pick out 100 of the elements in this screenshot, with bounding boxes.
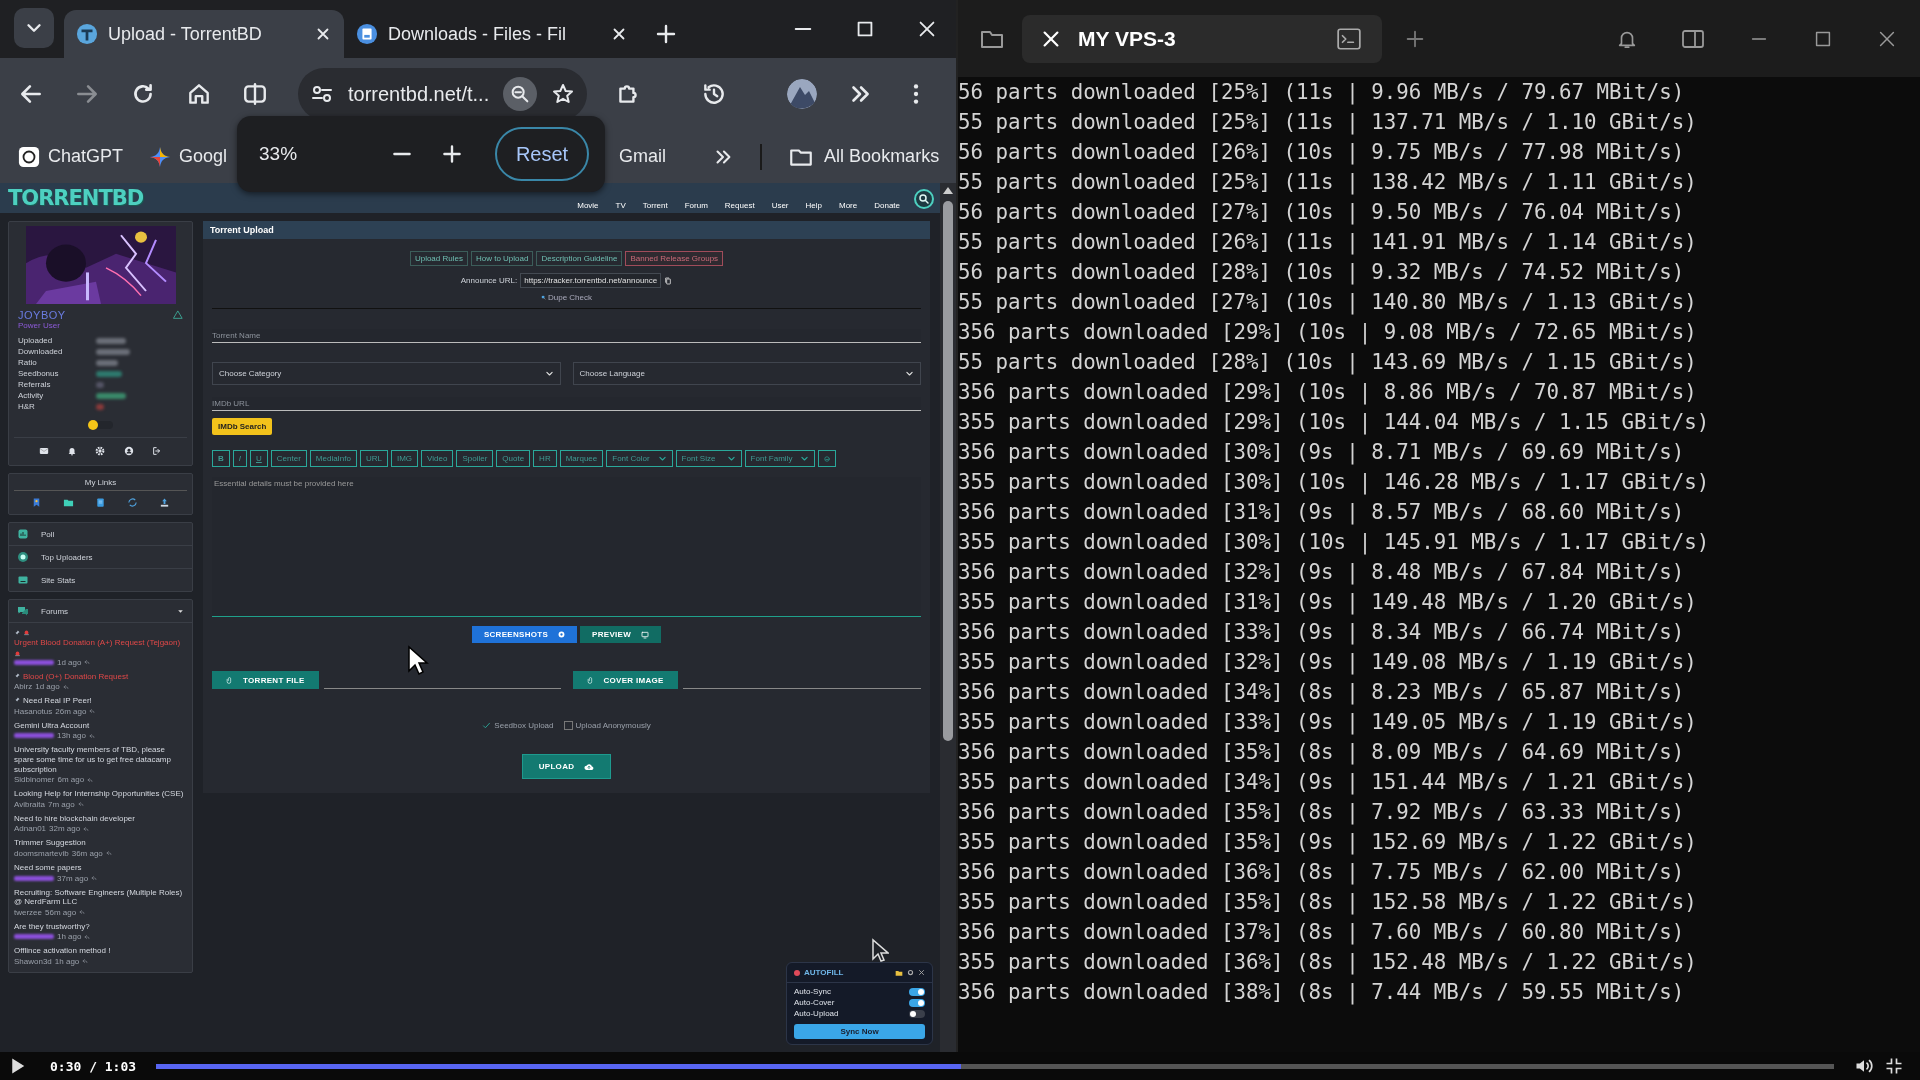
split-view-icon[interactable] — [242, 81, 268, 107]
forum-post-title[interactable]: Blood (O+) Donation Request — [23, 671, 129, 682]
format-button[interactable]: Spoiler — [456, 450, 494, 467]
new-tab-icon[interactable] — [654, 22, 678, 46]
checkmark-icon[interactable] — [482, 721, 492, 730]
tab-search-button[interactable] — [14, 8, 54, 48]
emoji-button[interactable] — [818, 450, 837, 467]
post-author[interactable]: Shawon3d — [14, 956, 52, 966]
post-author[interactable]: Adnan01 — [14, 824, 47, 834]
theme-toggle[interactable] — [86, 419, 115, 431]
profile-avatar[interactable] — [787, 79, 818, 109]
nav-link[interactable]: User — [771, 201, 789, 210]
forum-post-title[interactable]: University faculty members of TBD, please spare some time for us to get free datacamp subscription — [14, 745, 187, 775]
guide-button[interactable]: Banned Release Groups — [625, 251, 724, 266]
checkbox[interactable] — [563, 721, 573, 730]
forum-post-title[interactable]: Recruiting: Software Engineers (Multiple Roles) @ NerdFarm LLC — [14, 887, 187, 907]
forum-post-title[interactable]: Trimmer Suggestion — [14, 838, 86, 848]
post-author[interactable]: Avibraita — [14, 799, 45, 809]
nav-link[interactable]: Forum — [684, 201, 708, 210]
bell-icon[interactable] — [67, 446, 78, 456]
torrent-file-button[interactable]: TORRENT FILE — [212, 671, 319, 689]
category-dropdown[interactable]: Choose Category — [212, 362, 561, 385]
format-button[interactable]: IMG — [390, 450, 419, 467]
folder-icon[interactable] — [895, 968, 903, 977]
nav-link[interactable]: TV — [615, 201, 626, 210]
announce-url-field[interactable]: https://tracker.torrentbd.net/announce — [520, 273, 662, 288]
format-button[interactable]: Quote — [496, 450, 531, 467]
seek-bar[interactable] — [156, 1063, 1834, 1069]
upload-icon[interactable] — [158, 497, 170, 508]
nav-link[interactable]: Torrent — [642, 201, 668, 210]
toggle-switch[interactable] — [909, 998, 925, 1007]
preview-button[interactable]: PREVIEW — [580, 626, 662, 643]
browser-tab[interactable]: Downloads - Files - Fil — [344, 10, 640, 58]
post-author[interactable]: doomsmartevib — [14, 848, 69, 858]
upload-button[interactable]: UPLOAD — [521, 754, 612, 779]
forum-post-title[interactable]: Are they trustworthy? — [14, 921, 90, 932]
format-button[interactable]: Center — [270, 450, 307, 467]
guide-button[interactable]: Upload Rules — [409, 251, 468, 266]
forum-post-title[interactable]: Need Real IP Peer! — [23, 696, 92, 706]
nav-link[interactable]: More — [838, 201, 858, 210]
imdb-search-button[interactable]: IMDb Search — [212, 418, 273, 435]
format-button[interactable]: URL — [359, 450, 388, 467]
settings-icon[interactable] — [907, 969, 914, 976]
post-author[interactable]: Hasanotus — [14, 706, 53, 716]
sync-icon[interactable] — [126, 497, 138, 508]
username[interactable]: JOYBOY — [18, 309, 66, 321]
format-dropdown[interactable]: Font Size — [675, 450, 742, 467]
screenshots-button[interactable]: SCREENSHOTS — [471, 626, 578, 643]
cover-image-button[interactable]: COVER IMAGE — [572, 671, 678, 689]
close-icon[interactable] — [918, 969, 925, 976]
format-button[interactable]: U — [250, 450, 268, 467]
forum-post-title[interactable]: Need some papers — [14, 862, 82, 873]
format-dropdown[interactable]: Font Color — [606, 450, 673, 467]
toggle-switch[interactable] — [909, 1009, 925, 1018]
menu-item[interactable]: Top Uploaders — [9, 546, 192, 569]
bookmark[interactable]: Gmail — [619, 146, 667, 167]
site-logo[interactable]: TORRENTBD — [8, 183, 144, 213]
post-author[interactable]: twerzee — [14, 907, 42, 917]
search-button[interactable] — [914, 189, 934, 209]
guide-button[interactable]: Description Guideline — [536, 251, 623, 266]
format-button[interactable]: I — [232, 450, 247, 467]
forum-post-title[interactable]: Gemini Ultra Account — [14, 720, 90, 731]
document-icon[interactable] — [95, 497, 106, 508]
scrollbar[interactable] — [940, 183, 956, 1052]
forum-post-title[interactable]: Need to hire blockchain developer — [14, 813, 135, 824]
terminal-tab[interactable]: MY VPS-3 — [1022, 14, 1382, 63]
guide-button[interactable]: How to Upload — [470, 251, 534, 266]
star-icon[interactable] — [551, 82, 576, 106]
format-button[interactable]: Marquee — [559, 450, 604, 467]
format-button[interactable]: HR — [533, 450, 557, 467]
format-button[interactable]: B — [212, 450, 230, 467]
format-button[interactable]: Video — [421, 450, 454, 467]
all-bookmarks[interactable]: All Bookmarks — [788, 143, 940, 170]
checkbox-label[interactable]: Upload Anonymously — [575, 721, 651, 730]
forum-post-title[interactable]: Urgent Blood Donation (A+) Request (Tejgaon) — [14, 638, 181, 648]
nav-link[interactable]: Movie — [577, 201, 599, 210]
menu-item[interactable]: Poll — [9, 523, 192, 546]
post-author[interactable]: Sidbinomer — [14, 775, 55, 785]
exit-fullscreen-icon[interactable] — [1884, 1056, 1904, 1076]
logout-icon[interactable] — [151, 446, 162, 456]
mail-icon[interactable] — [39, 446, 50, 456]
menu-item[interactable]: Site Stats — [9, 569, 192, 591]
language-dropdown[interactable]: Choose Language — [572, 362, 921, 385]
folder-icon[interactable] — [63, 497, 75, 508]
scroll-up-icon[interactable] — [942, 185, 954, 195]
nav-link[interactable]: Request — [724, 201, 755, 210]
dupe-check-link[interactable]: Dupe Check — [548, 293, 592, 302]
forum-post-title[interactable]: Offlince activation method ! — [14, 946, 111, 956]
zoom-button[interactable] — [503, 77, 538, 111]
sync-now-button[interactable]: Sync Now — [794, 1024, 925, 1039]
format-dropdown[interactable]: Font Family — [744, 450, 816, 467]
home-icon[interactable] — [186, 81, 212, 107]
bookmark[interactable]: Googl — [149, 145, 228, 168]
copy-icon[interactable] — [664, 276, 673, 285]
nav-link[interactable]: Donate — [874, 201, 900, 210]
user-circle-icon[interactable] — [123, 446, 134, 456]
checkbox-label[interactable]: Seedbox Upload — [494, 721, 554, 730]
post-author[interactable]: Abirz — [14, 682, 33, 692]
forum-post-title[interactable]: Looking Help for Internship Opportunities (CSE) — [14, 789, 184, 799]
forums-header[interactable]: Forums — [9, 600, 192, 623]
